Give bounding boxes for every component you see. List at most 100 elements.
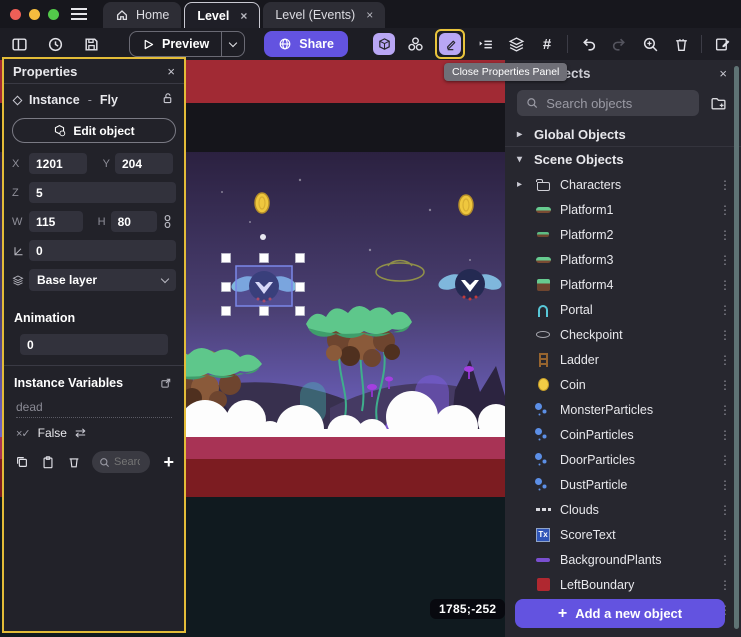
object-menu-icon[interactable] xyxy=(719,428,731,442)
object-groups-icon[interactable] xyxy=(404,33,426,55)
object-list-item[interactable]: LeftBoundary xyxy=(505,572,741,597)
object-menu-icon[interactable] xyxy=(719,403,731,417)
object-menu-icon[interactable] xyxy=(719,203,731,217)
object-list-item[interactable]: MonsterParticles xyxy=(505,397,741,422)
delete-icon[interactable] xyxy=(670,33,692,55)
objects-search-input[interactable] xyxy=(546,96,690,111)
group-global-objects[interactable]: Global Objects xyxy=(505,122,741,147)
objects-search[interactable] xyxy=(517,90,699,116)
object-list-item[interactable]: Portal xyxy=(505,297,741,322)
object-menu-icon[interactable] xyxy=(719,528,731,542)
coin-sprite[interactable] xyxy=(459,195,473,215)
variables-search-input[interactable] xyxy=(114,456,140,468)
variables-search[interactable] xyxy=(92,451,150,473)
height-input[interactable] xyxy=(111,211,157,232)
close-tab-icon[interactable] xyxy=(366,8,373,22)
object-menu-icon[interactable] xyxy=(719,228,731,242)
object-list-item[interactable]: Characters xyxy=(505,172,741,197)
minimize-window-button[interactable] xyxy=(29,9,40,20)
link-dimensions-icon[interactable] xyxy=(162,214,176,229)
object-list-item[interactable]: Platform2 xyxy=(505,222,741,247)
object-list-item[interactable]: BackgroundPlants xyxy=(505,547,741,572)
edit-properties-icon[interactable] xyxy=(439,33,461,55)
object-list-item[interactable]: DustParticle xyxy=(505,472,741,497)
object-list-item[interactable]: Platform1 xyxy=(505,197,741,222)
tab-home[interactable]: Home xyxy=(103,2,181,28)
selection-box[interactable] xyxy=(236,266,292,306)
object-name: Checkpoint xyxy=(560,328,623,342)
animation-input[interactable] xyxy=(20,334,168,355)
object-menu-icon[interactable] xyxy=(719,303,731,317)
close-objects-panel-icon[interactable] xyxy=(719,66,727,81)
3d-view-toggle-icon[interactable] xyxy=(373,33,395,55)
undo-icon[interactable] xyxy=(577,33,599,55)
redo-icon[interactable] xyxy=(608,33,630,55)
maximize-window-button[interactable] xyxy=(48,9,59,20)
layer-select[interactable]: Base layer xyxy=(29,269,176,291)
open-variables-icon[interactable] xyxy=(160,377,174,389)
new-folder-icon[interactable] xyxy=(707,92,729,114)
add-variable-button[interactable] xyxy=(163,452,174,473)
add-new-object-button[interactable]: Add a new object xyxy=(515,599,725,628)
tab-level[interactable]: Level xyxy=(184,2,260,28)
y-input[interactable] xyxy=(115,153,173,174)
object-menu-icon[interactable] xyxy=(719,353,731,367)
object-list-item[interactable]: Platform4 xyxy=(505,272,741,297)
panels-layout-icon[interactable] xyxy=(8,33,30,55)
group-scene-objects[interactable]: Scene Objects xyxy=(505,147,741,172)
object-name: Platform2 xyxy=(560,228,614,242)
object-list-item[interactable]: Ladder xyxy=(505,347,741,372)
grid-icon[interactable] xyxy=(536,33,558,55)
object-menu-icon[interactable] xyxy=(719,328,731,342)
object-name: Coin xyxy=(560,378,586,392)
object-menu-icon[interactable] xyxy=(719,553,731,567)
history-icon[interactable] xyxy=(44,33,66,55)
coin-sprite[interactable] xyxy=(255,193,269,213)
tab-label: Level (Events) xyxy=(275,8,355,22)
layers-icon[interactable] xyxy=(505,33,527,55)
width-input[interactable] xyxy=(29,211,83,232)
preview-button[interactable]: Preview xyxy=(130,32,221,56)
preview-dropdown-button[interactable] xyxy=(221,32,244,56)
caret-right-icon xyxy=(517,179,526,190)
variable-name[interactable]: dead xyxy=(16,400,172,418)
objects-scrollbar[interactable] xyxy=(734,66,739,629)
x-input[interactable] xyxy=(29,153,87,174)
close-window-button[interactable] xyxy=(10,9,21,20)
object-menu-icon[interactable] xyxy=(719,578,731,592)
object-list-item[interactable]: DoorParticles xyxy=(505,447,741,472)
object-thumbnail-icon xyxy=(535,477,551,493)
object-menu-icon[interactable] xyxy=(719,253,731,267)
copy-icon[interactable] xyxy=(14,454,30,470)
object-list-item[interactable]: Coin xyxy=(505,372,741,397)
object-menu-icon[interactable] xyxy=(719,378,731,392)
instances-list-icon[interactable] xyxy=(474,33,496,55)
zoom-in-icon[interactable] xyxy=(639,33,661,55)
share-button[interactable]: Share xyxy=(264,31,348,57)
object-menu-icon[interactable] xyxy=(719,278,731,292)
tab-level-events[interactable]: Level (Events) xyxy=(263,2,385,28)
object-menu-icon[interactable] xyxy=(719,503,731,517)
paste-icon[interactable] xyxy=(40,454,56,470)
toggle-boolean-icon[interactable] xyxy=(75,425,86,441)
object-list-item[interactable]: Platform3 xyxy=(505,247,741,272)
z-input[interactable] xyxy=(29,182,176,203)
trash-icon[interactable] xyxy=(66,454,82,470)
angle-input[interactable] xyxy=(29,240,176,261)
object-thumbnail-icon xyxy=(535,427,551,443)
unlock-icon[interactable] xyxy=(161,92,174,108)
menu-icon[interactable] xyxy=(71,0,89,28)
object-menu-icon[interactable] xyxy=(719,178,731,192)
object-list-item[interactable]: CoinParticles xyxy=(505,422,741,447)
object-menu-icon[interactable] xyxy=(719,478,731,492)
close-tab-icon[interactable] xyxy=(240,9,247,23)
variable-value[interactable]: False xyxy=(38,426,67,440)
edit-events-icon[interactable] xyxy=(711,33,733,55)
object-list-item[interactable]: Tx ScoreText xyxy=(505,522,741,547)
edit-object-button[interactable]: Edit object xyxy=(12,118,176,143)
object-list-item[interactable]: Checkpoint xyxy=(505,322,741,347)
save-icon[interactable] xyxy=(80,33,102,55)
object-list-item[interactable]: Clouds xyxy=(505,497,741,522)
object-menu-icon[interactable] xyxy=(719,453,731,467)
close-properties-icon[interactable] xyxy=(167,64,175,79)
